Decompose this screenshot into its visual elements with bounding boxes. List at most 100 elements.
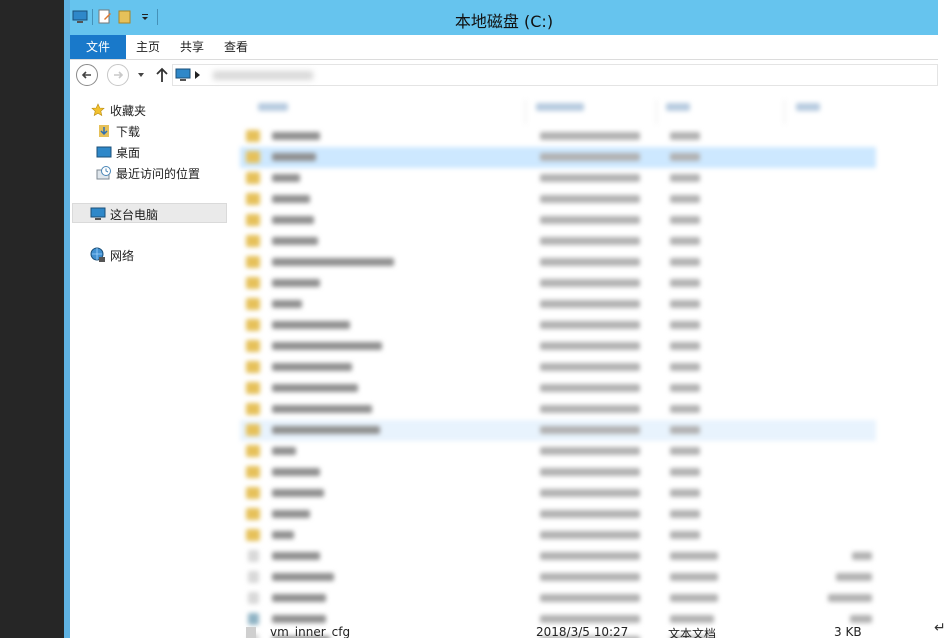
table-row[interactable] [240,168,876,189]
table-row[interactable] [240,252,876,273]
row-date [540,216,640,224]
row-name [272,426,380,434]
blurred-file-rows [230,92,938,638]
table-row[interactable] [240,336,876,357]
row-date [540,384,640,392]
column-divider[interactable] [525,100,526,124]
row-name [272,321,350,329]
table-row[interactable] [240,525,876,546]
row-date [540,573,640,581]
table-row[interactable]: vm_inner_cfg 2018/3/5 10:27 文本文档 3 KB [240,625,876,638]
table-row[interactable] [240,483,876,504]
nav-item-recent-places[interactable]: 最近访问的位置 [96,164,200,182]
table-row[interactable] [240,420,876,441]
nav-item-this-pc[interactable]: 这台电脑 [90,205,158,223]
arrow-up-icon [156,67,168,82]
nav-item-label: 收藏夹 [110,103,147,118]
table-row[interactable] [240,210,876,231]
file-list: vm_inner_cfg 2018/3/5 10:27 文本文档 3 KB [230,92,938,638]
folder-icon [246,256,260,268]
table-row[interactable] [240,441,876,462]
row-type [670,489,700,497]
nav-item-downloads[interactable]: 下载 [96,122,140,140]
folder-icon [246,445,260,457]
row-type [670,153,700,161]
row-type [670,573,718,581]
text-file-icon [246,627,256,638]
row-name [272,237,318,245]
column-header-size[interactable] [796,103,820,111]
row-date [540,279,640,287]
table-row[interactable] [240,567,876,588]
row-size [836,573,872,581]
table-row[interactable] [240,504,876,525]
table-row[interactable] [240,315,876,336]
row-type [670,321,700,329]
breadcrumb-arrow-icon[interactable] [195,71,200,79]
folder-icon [246,214,260,226]
row-name [272,531,294,539]
folder-icon [246,340,260,352]
row-name [272,216,314,224]
column-divider[interactable] [784,100,785,124]
row-name [272,363,352,371]
column-divider[interactable] [656,100,657,124]
folder-icon [246,235,260,247]
row-type [670,258,700,266]
table-row[interactable] [240,399,876,420]
table-row[interactable] [240,126,876,147]
tab-view[interactable]: 查看 [224,35,248,59]
back-button[interactable] [76,64,98,86]
table-row[interactable] [240,147,876,168]
row-type [670,300,700,308]
column-header-type[interactable] [666,103,690,111]
star-icon [90,102,106,118]
table-row[interactable] [240,189,876,210]
row-name [272,153,316,161]
row-name [272,615,326,623]
row-name [272,552,320,560]
nav-item-favorites[interactable]: 收藏夹 [90,101,146,119]
file-icon [248,550,259,562]
forward-button[interactable] [107,64,129,86]
nav-item-network[interactable]: 网络 [90,246,134,264]
table-row[interactable] [240,378,876,399]
address-bar[interactable] [172,64,938,86]
row-type [670,405,700,413]
up-button[interactable] [154,66,170,84]
table-row[interactable] [240,294,876,315]
row-name [272,384,358,392]
row-date [540,489,640,497]
folder-icon [246,424,260,436]
row-type [670,279,700,287]
nav-item-desktop[interactable]: 桌面 [96,143,140,161]
row-type [670,552,718,560]
table-row[interactable] [240,546,876,567]
row-type [670,237,700,245]
chevron-down-icon [138,73,144,77]
row-date [540,531,640,539]
table-row[interactable] [240,357,876,378]
tab-share[interactable]: 共享 [180,35,204,59]
row-name [272,132,320,140]
row-type [670,363,700,371]
table-row[interactable] [240,273,876,294]
row-type [670,216,700,224]
title-bar: 本地磁盘 (C:) [70,0,938,35]
row-name [272,573,334,581]
column-header-name[interactable] [258,103,288,111]
network-icon [90,247,106,263]
table-row[interactable] [240,231,876,252]
row-date [540,615,640,623]
folder-icon [246,298,260,310]
row-date [540,237,640,245]
column-header-date[interactable] [536,103,584,111]
row-type [670,195,700,203]
table-row[interactable] [240,462,876,483]
tab-file[interactable]: 文件 [70,35,126,59]
table-row[interactable] [240,588,876,609]
recent-locations-button[interactable] [136,69,146,79]
column-header-row [230,98,938,124]
row-name [272,594,326,602]
tab-home[interactable]: 主页 [136,35,160,59]
